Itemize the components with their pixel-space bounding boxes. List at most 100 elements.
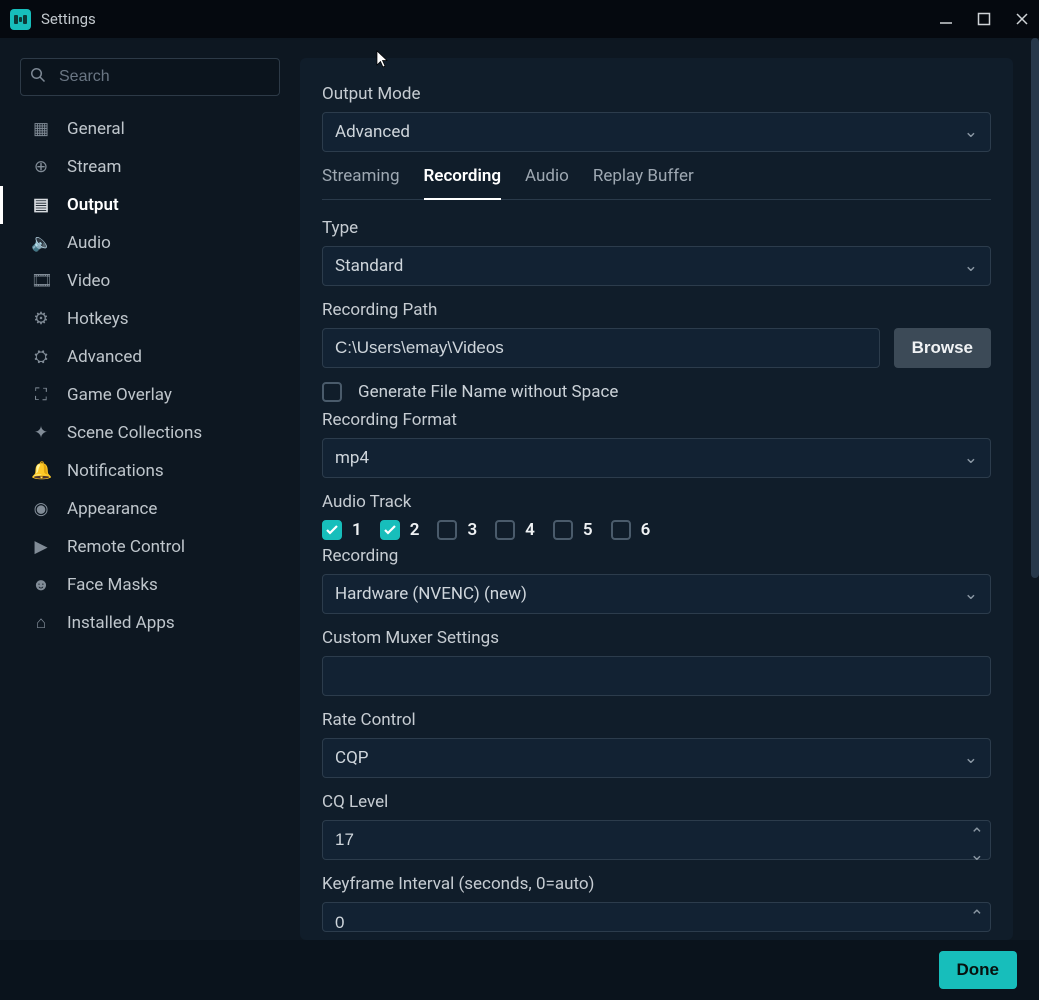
muxer-input[interactable]	[322, 656, 991, 696]
type-select[interactable]: Standard ⌄	[322, 246, 991, 286]
type-label: Type	[322, 218, 991, 238]
cq-level-input[interactable]: ⌃⌄	[322, 820, 991, 860]
audio-track-checkbox-6[interactable]	[611, 520, 631, 540]
titlebar: Settings	[0, 0, 1039, 38]
sidebar-item-video[interactable]: 🎞Video	[0, 262, 280, 300]
audio-track-2: 2	[380, 520, 420, 540]
browse-button[interactable]: Browse	[894, 328, 991, 368]
sidebar-item-face-masks[interactable]: ☻ Face Masks	[0, 566, 280, 604]
sidebar-item-label: Audio	[67, 233, 111, 253]
recording-format-label: Recording Format	[322, 410, 991, 430]
sidebar-item-label: Game Overlay	[67, 385, 172, 405]
audio-track-6: 6	[611, 520, 651, 540]
audio-track-number: 3	[467, 520, 477, 540]
sidebar-item-label: Remote Control	[67, 537, 185, 557]
sidebar-item-label: Scene Collections	[67, 423, 202, 443]
generate-filename-checkbox[interactable]	[322, 382, 342, 402]
sidebar-item-advanced[interactable]: ⛭ Advanced	[0, 338, 280, 376]
sidebar-item-scene-collections[interactable]: ✦ Scene Collections	[0, 414, 280, 452]
audio-track-number: 6	[641, 520, 651, 540]
audio-track-checkbox-4[interactable]	[495, 520, 515, 540]
audio-track-checkbox-5[interactable]	[553, 520, 573, 540]
audio-track-number: 4	[525, 520, 535, 540]
recording-path-label: Recording Path	[322, 300, 991, 320]
tab-replay-buffer[interactable]: Replay Buffer	[593, 166, 694, 199]
chevron-down-icon: ⌄	[964, 256, 978, 276]
collections-icon: ✦	[31, 423, 51, 443]
rate-control-value: CQP	[335, 748, 369, 768]
rate-control-select[interactable]: CQP ⌄	[322, 738, 991, 778]
overlay-icon: ⛶	[31, 385, 51, 405]
mask-icon: ☻	[31, 575, 51, 595]
output-mode-select[interactable]: Advanced ⌄	[322, 112, 991, 152]
output-tabs: Streaming Recording Audio Replay Buffer	[322, 166, 991, 200]
sidebar-item-appearance[interactable]: ◉Appearance	[0, 490, 280, 528]
sidebar-item-label: Face Masks	[67, 575, 158, 595]
sidebar-item-label: Appearance	[67, 499, 157, 519]
footer: Done	[0, 940, 1039, 1000]
app-icon	[10, 9, 31, 30]
recording-encoder-label: Recording	[322, 546, 991, 566]
audio-track-1: 1	[322, 520, 362, 540]
sidebar-item-label: Stream	[67, 157, 121, 177]
search-input[interactable]	[20, 58, 280, 96]
recording-path-input[interactable]	[322, 328, 880, 368]
audio-track-5: 5	[553, 520, 593, 540]
sidebar-item-hotkeys[interactable]: ⚙Hotkeys	[0, 300, 280, 338]
play-icon: ▶	[31, 537, 51, 557]
sidebar-item-installed-apps[interactable]: ⌂Installed Apps	[0, 604, 280, 642]
audio-track-3: 3	[437, 520, 477, 540]
audio-track-number: 5	[583, 520, 593, 540]
done-button[interactable]: Done	[939, 951, 1018, 989]
scrollbar[interactable]	[1031, 38, 1039, 578]
audio-track-label: Audio Track	[322, 492, 991, 512]
sidebar-item-output[interactable]: ▤Output	[0, 186, 280, 224]
film-icon: 🎞	[31, 271, 51, 291]
audio-track-group: 1 2 3 4 5 6	[322, 520, 991, 540]
recording-encoder-value: Hardware (NVENC) (new)	[335, 584, 527, 604]
maximize-button[interactable]	[977, 12, 991, 26]
sidebar-item-general[interactable]: ▦General	[0, 110, 280, 148]
tab-recording[interactable]: Recording	[424, 166, 502, 200]
recording-format-select[interactable]: mp4 ⌄	[322, 438, 991, 478]
tab-streaming[interactable]: Streaming	[322, 166, 400, 199]
chevron-down-icon: ⌄	[964, 748, 978, 768]
chevron-down-icon: ⌄	[964, 448, 978, 468]
spinner-icon[interactable]: ⌃⌄	[970, 825, 984, 865]
sidebar-item-stream[interactable]: ⊕ Stream	[0, 148, 280, 186]
sidebar-item-notifications[interactable]: 🔔 Notifications	[0, 452, 280, 490]
minimize-button[interactable]	[939, 12, 953, 26]
settings-panel: Output Mode Advanced ⌄ Streaming Recordin…	[300, 58, 1013, 940]
keyframe-interval-input[interactable]: ⌃	[322, 902, 991, 932]
output-mode-label: Output Mode	[322, 84, 991, 104]
close-button[interactable]	[1015, 12, 1029, 26]
sidebar-item-game-overlay[interactable]: ⛶ Game Overlay	[0, 376, 280, 414]
audio-track-checkbox-3[interactable]	[437, 520, 457, 540]
volume-icon: 🔈	[31, 233, 51, 253]
grid-icon: ▦	[31, 119, 51, 139]
audio-track-checkbox-2[interactable]	[380, 520, 400, 540]
globe-icon: ⊕	[31, 157, 51, 177]
window-title: Settings	[41, 10, 929, 28]
tab-audio[interactable]: Audio	[525, 166, 569, 199]
chevron-down-icon: ⌄	[964, 584, 978, 604]
generate-filename-label: Generate File Name without Space	[358, 382, 618, 402]
sidebar-item-label: Notifications	[67, 461, 164, 481]
rate-control-label: Rate Control	[322, 710, 991, 730]
sidebar-item-label: Advanced	[67, 347, 142, 367]
audio-track-4: 4	[495, 520, 535, 540]
sidebar-item-audio[interactable]: 🔈 Audio	[0, 224, 280, 262]
gears-icon: ⛭	[31, 347, 51, 367]
audio-track-checkbox-1[interactable]	[322, 520, 342, 540]
audio-track-number: 2	[410, 520, 420, 540]
spinner-icon[interactable]: ⌃	[970, 907, 984, 927]
audio-track-number: 1	[352, 520, 362, 540]
bell-icon: 🔔	[31, 461, 51, 481]
type-value: Standard	[335, 256, 403, 276]
sidebar-item-remote-control[interactable]: ▶ Remote Control	[0, 528, 280, 566]
sidebar-item-label: Output	[67, 195, 119, 215]
sidebar: ▦General ⊕ Stream ▤Output 🔈 Audio 🎞Video⚙Hotke…	[0, 38, 300, 940]
recording-encoder-select[interactable]: Hardware (NVENC) (new) ⌄	[322, 574, 991, 614]
output-mode-value: Advanced	[335, 122, 410, 142]
gear-icon: ⚙	[31, 309, 51, 329]
